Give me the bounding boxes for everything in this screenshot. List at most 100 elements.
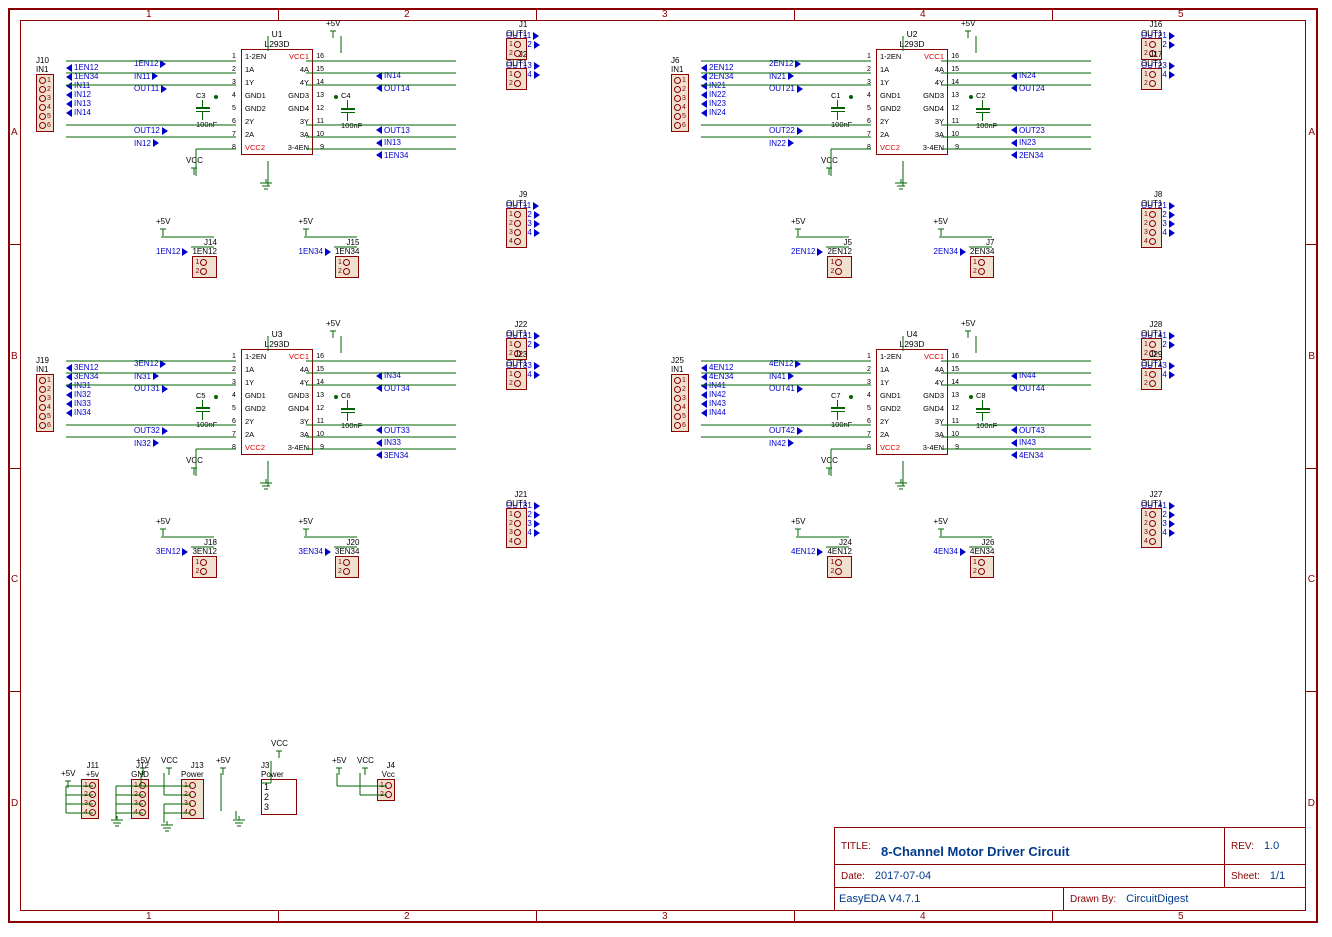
net-label: 4EN34	[934, 547, 966, 556]
connector: J52EN12 12	[827, 238, 851, 278]
power-symbol: VCC	[161, 756, 178, 777]
net-label: IN14	[66, 108, 98, 117]
net-label: IN32	[134, 439, 168, 448]
connector-ref: J21OUT1	[506, 490, 527, 508]
net-label: IN11	[66, 81, 98, 90]
driver-block: J19IN1 123456 3EN123EN34IN31IN32IN33IN34…	[36, 331, 646, 631]
ground-symbol	[893, 179, 909, 191]
net-label: 3EN34	[299, 547, 331, 556]
title-text: 8-Channel Motor Driver Circuit	[877, 834, 1224, 859]
grid-row-left: D	[11, 798, 18, 809]
grid-col-bottom: 1	[146, 911, 152, 922]
grid-col-top: 4	[920, 9, 926, 20]
power-symbol: +5V	[156, 217, 170, 238]
net-label: OUT43	[1011, 426, 1045, 435]
ground-symbol	[159, 821, 175, 833]
output-pair: OUT21OUT22 J16OUT1 12	[1141, 31, 1175, 49]
connector-ref: J141EN12	[192, 238, 216, 256]
output-all: OUT31OUT32OUT33OUT34 J21OUT1 1234	[506, 501, 540, 537]
net-label: 4EN34	[1011, 451, 1045, 460]
net-label: OUT11	[134, 84, 168, 93]
net-label: 4EN12	[701, 363, 733, 372]
output-pair: OUT41OUT42 J28OUT1 12	[1141, 331, 1175, 349]
driver-block: J6IN1 123456 2EN122EN34IN21IN22IN23IN24 …	[671, 31, 1281, 331]
schematic-sheet: 1122334455AABBCCDD J10IN1 123456 1EN121E…	[8, 8, 1318, 923]
grid-col-top: 1	[146, 9, 152, 20]
power-symbol: +5V	[332, 756, 346, 777]
power-symbol: +5V	[136, 756, 150, 777]
ground-symbol	[109, 816, 125, 828]
net-label: OUT42	[769, 426, 803, 435]
ground-symbol	[231, 816, 247, 828]
ground-symbol	[258, 479, 274, 491]
power-symbol: +5V	[791, 517, 805, 538]
power-symbol: +5V	[934, 217, 948, 238]
grid-row-left: B	[11, 351, 18, 362]
chip-part: L293D	[241, 339, 313, 349]
connector-ref: J72EN34	[970, 238, 994, 256]
power-symbol: +5V	[791, 217, 805, 238]
power-symbol: +5V	[326, 19, 340, 40]
net-label: 3EN12	[66, 363, 98, 372]
net-label: IN44	[1011, 371, 1045, 380]
grid-row-right: A	[1308, 127, 1315, 138]
ic-chip: U1 L293D 1 1-2EN VCC1 16 2 1A 4A 15 3 1Y…	[241, 29, 313, 155]
net-label: IN34	[66, 408, 98, 417]
net-label: IN24	[701, 108, 733, 117]
connector: J9OUT1 1234	[506, 190, 527, 248]
grid-row-left: A	[11, 127, 18, 138]
net-label: IN13	[376, 138, 410, 147]
net-label: IN31	[134, 372, 168, 381]
grid-col-top: 3	[662, 9, 668, 20]
power-symbol: +5V	[299, 517, 313, 538]
title-label: TITLE:	[835, 841, 877, 852]
net-label: IN31	[66, 381, 98, 390]
net-label: OUT32	[134, 426, 168, 435]
capacitor: C6 100nF	[341, 391, 362, 430]
grid-row-right: B	[1308, 351, 1315, 362]
net-label: OUT14	[376, 84, 410, 93]
enable-jumper: +5V J72EN34 12 2EN34	[934, 217, 1054, 238]
net-label: 1EN34	[376, 151, 410, 160]
power-symbol: VCC	[271, 739, 288, 760]
net-label: 3EN12	[156, 547, 188, 556]
connector: J19IN1 123456	[36, 356, 54, 432]
connector: J4Vcc 12	[377, 761, 395, 801]
ic-chip: U3 L293D 1 1-2EN VCC1 16 2 1A 4A 15 3 1Y…	[241, 329, 313, 455]
power-symbol: +5V	[216, 756, 230, 777]
net-label: IN12	[66, 90, 98, 99]
enable-jumper: +5V J264EN34 12 4EN34	[934, 517, 1054, 538]
chip-part: L293D	[876, 39, 948, 49]
connector: J72EN34 12	[970, 238, 994, 278]
net-label: OUT34	[376, 384, 410, 393]
capacitor: C1 100nF	[831, 91, 852, 129]
net-label: OUT24	[1011, 84, 1045, 93]
grid-col-top: 2	[404, 9, 410, 20]
net-label: IN24	[1011, 71, 1045, 80]
output-all: OUT21OUT22OUT23OUT24 J8OUT1 1234	[1141, 201, 1175, 237]
connector-ref: J19IN1	[36, 356, 54, 374]
capacitor: C7 100nF	[831, 391, 852, 429]
net-label: IN43	[701, 399, 733, 408]
connector-ref: J13Power	[181, 761, 204, 779]
net-label: IN23	[1011, 138, 1045, 147]
net-label: IN44	[701, 408, 733, 417]
net-label: IN34	[376, 371, 410, 380]
net-label: 3EN12	[134, 359, 168, 368]
output-pair: OUT13OUT14 J2OUT1 12	[506, 61, 540, 79]
net-label: IN33	[66, 399, 98, 408]
ground-symbol	[893, 479, 909, 491]
connector-ref: J29OUT1	[1141, 350, 1162, 368]
net-label: IN21	[769, 72, 803, 81]
net-label: IN41	[769, 372, 803, 381]
grid-row-left: C	[11, 574, 18, 585]
rev-label: REV:	[1225, 841, 1260, 852]
chip-ref: U1	[241, 29, 313, 39]
connector-ref: J28OUT1	[1141, 320, 1162, 338]
net-label: 2EN34	[1011, 151, 1045, 160]
net-label: OUT41	[769, 384, 803, 393]
grid-row-right: D	[1308, 798, 1315, 809]
connector-ref: J4Vcc	[377, 761, 395, 779]
power-symbol: VCC	[821, 156, 838, 177]
net-label: 2EN34	[701, 72, 733, 81]
